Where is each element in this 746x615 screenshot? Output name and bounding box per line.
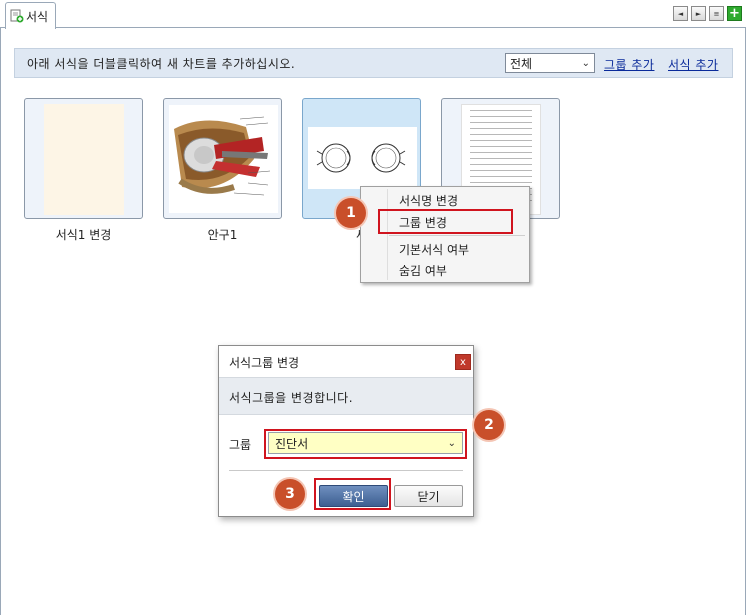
tab-label: 서식 <box>26 9 49 24</box>
chevron-down-icon: ⌄ <box>581 57 590 69</box>
template-label: 서식1 변경 <box>55 228 112 242</box>
dialog-description: 서식그룹을 변경합니다. <box>229 391 354 405</box>
tab-scroll-controls: ◄ ► ≡ + <box>673 6 742 21</box>
dialog-separator <box>229 470 463 471</box>
tab-list-icon[interactable]: ≡ <box>709 6 724 21</box>
group-filter-value: 전체 <box>510 56 533 71</box>
scroll-right-icon[interactable]: ► <box>691 6 706 21</box>
add-form-icon <box>10 9 24 23</box>
add-group-link[interactable]: 그룹 추가 <box>604 56 654 73</box>
highlight-change-group <box>378 209 513 234</box>
tab-bar: 서식 ◄ ► ≡ + <box>0 0 746 29</box>
close-button[interactable]: 닫기 <box>394 485 463 507</box>
dialog-description-band: 서식그룹을 변경합니다. <box>219 377 473 415</box>
add-form-link[interactable]: 서식 추가 <box>668 56 718 73</box>
highlight-group-select <box>264 429 467 459</box>
group-field-label: 그룹 <box>229 438 252 452</box>
group-filter-select[interactable]: 전체 ⌄ <box>505 53 595 73</box>
add-tab-icon[interactable]: + <box>727 6 742 21</box>
step-callout-2: 2 <box>474 410 504 440</box>
template-thumbnail[interactable] <box>24 98 143 219</box>
info-text: 아래 서식을 더블클릭하여 새 차트를 추가하십시오. <box>27 56 296 71</box>
dialog-title: 서식그룹 변경 <box>229 356 300 370</box>
menu-item-rename[interactable]: 서식명 변경 <box>399 192 458 209</box>
menu-gutter <box>387 189 388 280</box>
highlight-confirm-button <box>314 478 391 510</box>
step-callout-3: 3 <box>275 479 305 509</box>
info-bar: 아래 서식을 더블클릭하여 새 차트를 추가하십시오. 전체 ⌄ 그룹 추가 서… <box>14 48 733 78</box>
step-callout-1: 1 <box>336 198 366 228</box>
template-label: 안구1 <box>207 228 238 242</box>
menu-item-default-form[interactable]: 기본서식 여부 <box>399 241 469 258</box>
menu-separator <box>389 235 525 236</box>
blank-page-preview <box>44 104 124 215</box>
eye-anatomy-image <box>169 105 278 213</box>
template-thumbnail[interactable] <box>163 98 282 219</box>
menu-item-hidden[interactable]: 숨김 여부 <box>399 262 447 279</box>
context-menu: 서식명 변경 그룹 변경 기본서식 여부 숨김 여부 <box>360 186 530 283</box>
close-icon[interactable]: x <box>455 354 471 370</box>
scroll-left-icon[interactable]: ◄ <box>673 6 688 21</box>
tab-forms[interactable]: 서식 <box>5 2 56 29</box>
